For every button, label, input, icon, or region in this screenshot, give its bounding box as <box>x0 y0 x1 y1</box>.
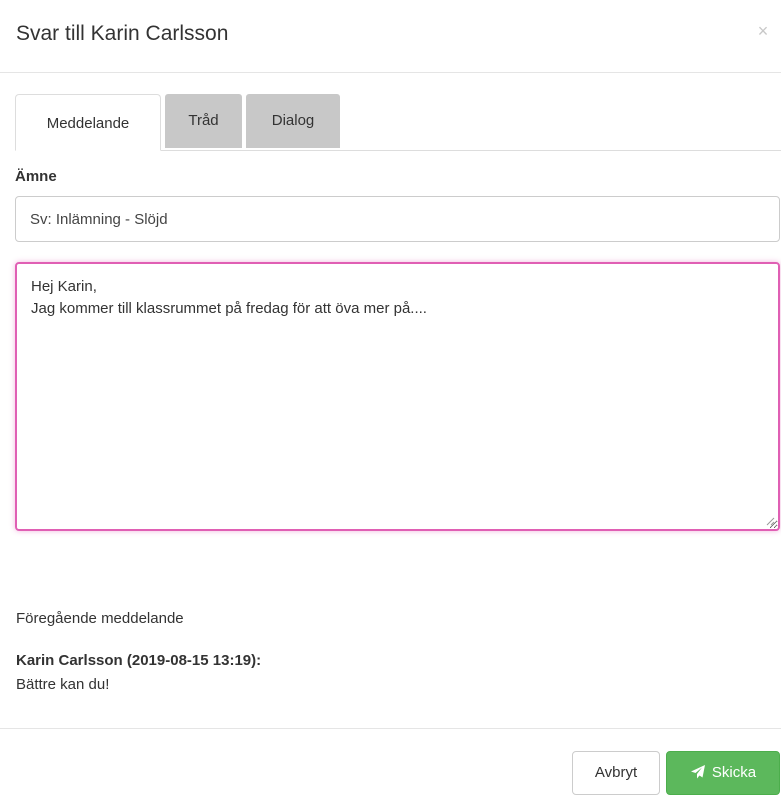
message-line: Hej Karin, <box>31 278 97 295</box>
close-icon[interactable]: × <box>753 20 773 42</box>
subject-label: Ämne <box>15 168 57 185</box>
subject-input[interactable] <box>15 196 780 242</box>
modal-footer: Avbryt Skicka <box>0 728 781 804</box>
modal-title: Svar till Karin Carlsson <box>16 22 229 45</box>
modal-header: Svar till Karin Carlsson × <box>0 0 781 73</box>
tab-meddelande[interactable]: Meddelande <box>15 94 161 151</box>
send-button-label: Skicka <box>711 764 757 781</box>
tab-bar: Meddelande Tråd Dialog <box>15 94 781 151</box>
previous-message-body: Bättre kan du! <box>16 676 110 693</box>
resize-grip-icon[interactable] <box>765 516 775 526</box>
cancel-button[interactable]: Avbryt <box>572 751 660 795</box>
tab-dialog[interactable]: Dialog <box>246 94 340 148</box>
tab-trad[interactable]: Tråd <box>165 94 242 148</box>
send-button[interactable]: Skicka <box>666 751 780 795</box>
message-line: Jag kommer till klassrummet på fredag fö… <box>31 300 427 317</box>
previous-message-heading: Föregående meddelande <box>16 610 184 627</box>
reply-modal: Svar till Karin Carlsson × Meddelande Tr… <box>0 0 781 803</box>
message-textarea[interactable]: Hej Karin, Jag kommer till klassrummet p… <box>15 262 780 531</box>
previous-message-author: Karin Carlsson (2019-08-15 13:19): <box>16 652 262 669</box>
paper-plane-icon <box>690 764 705 779</box>
